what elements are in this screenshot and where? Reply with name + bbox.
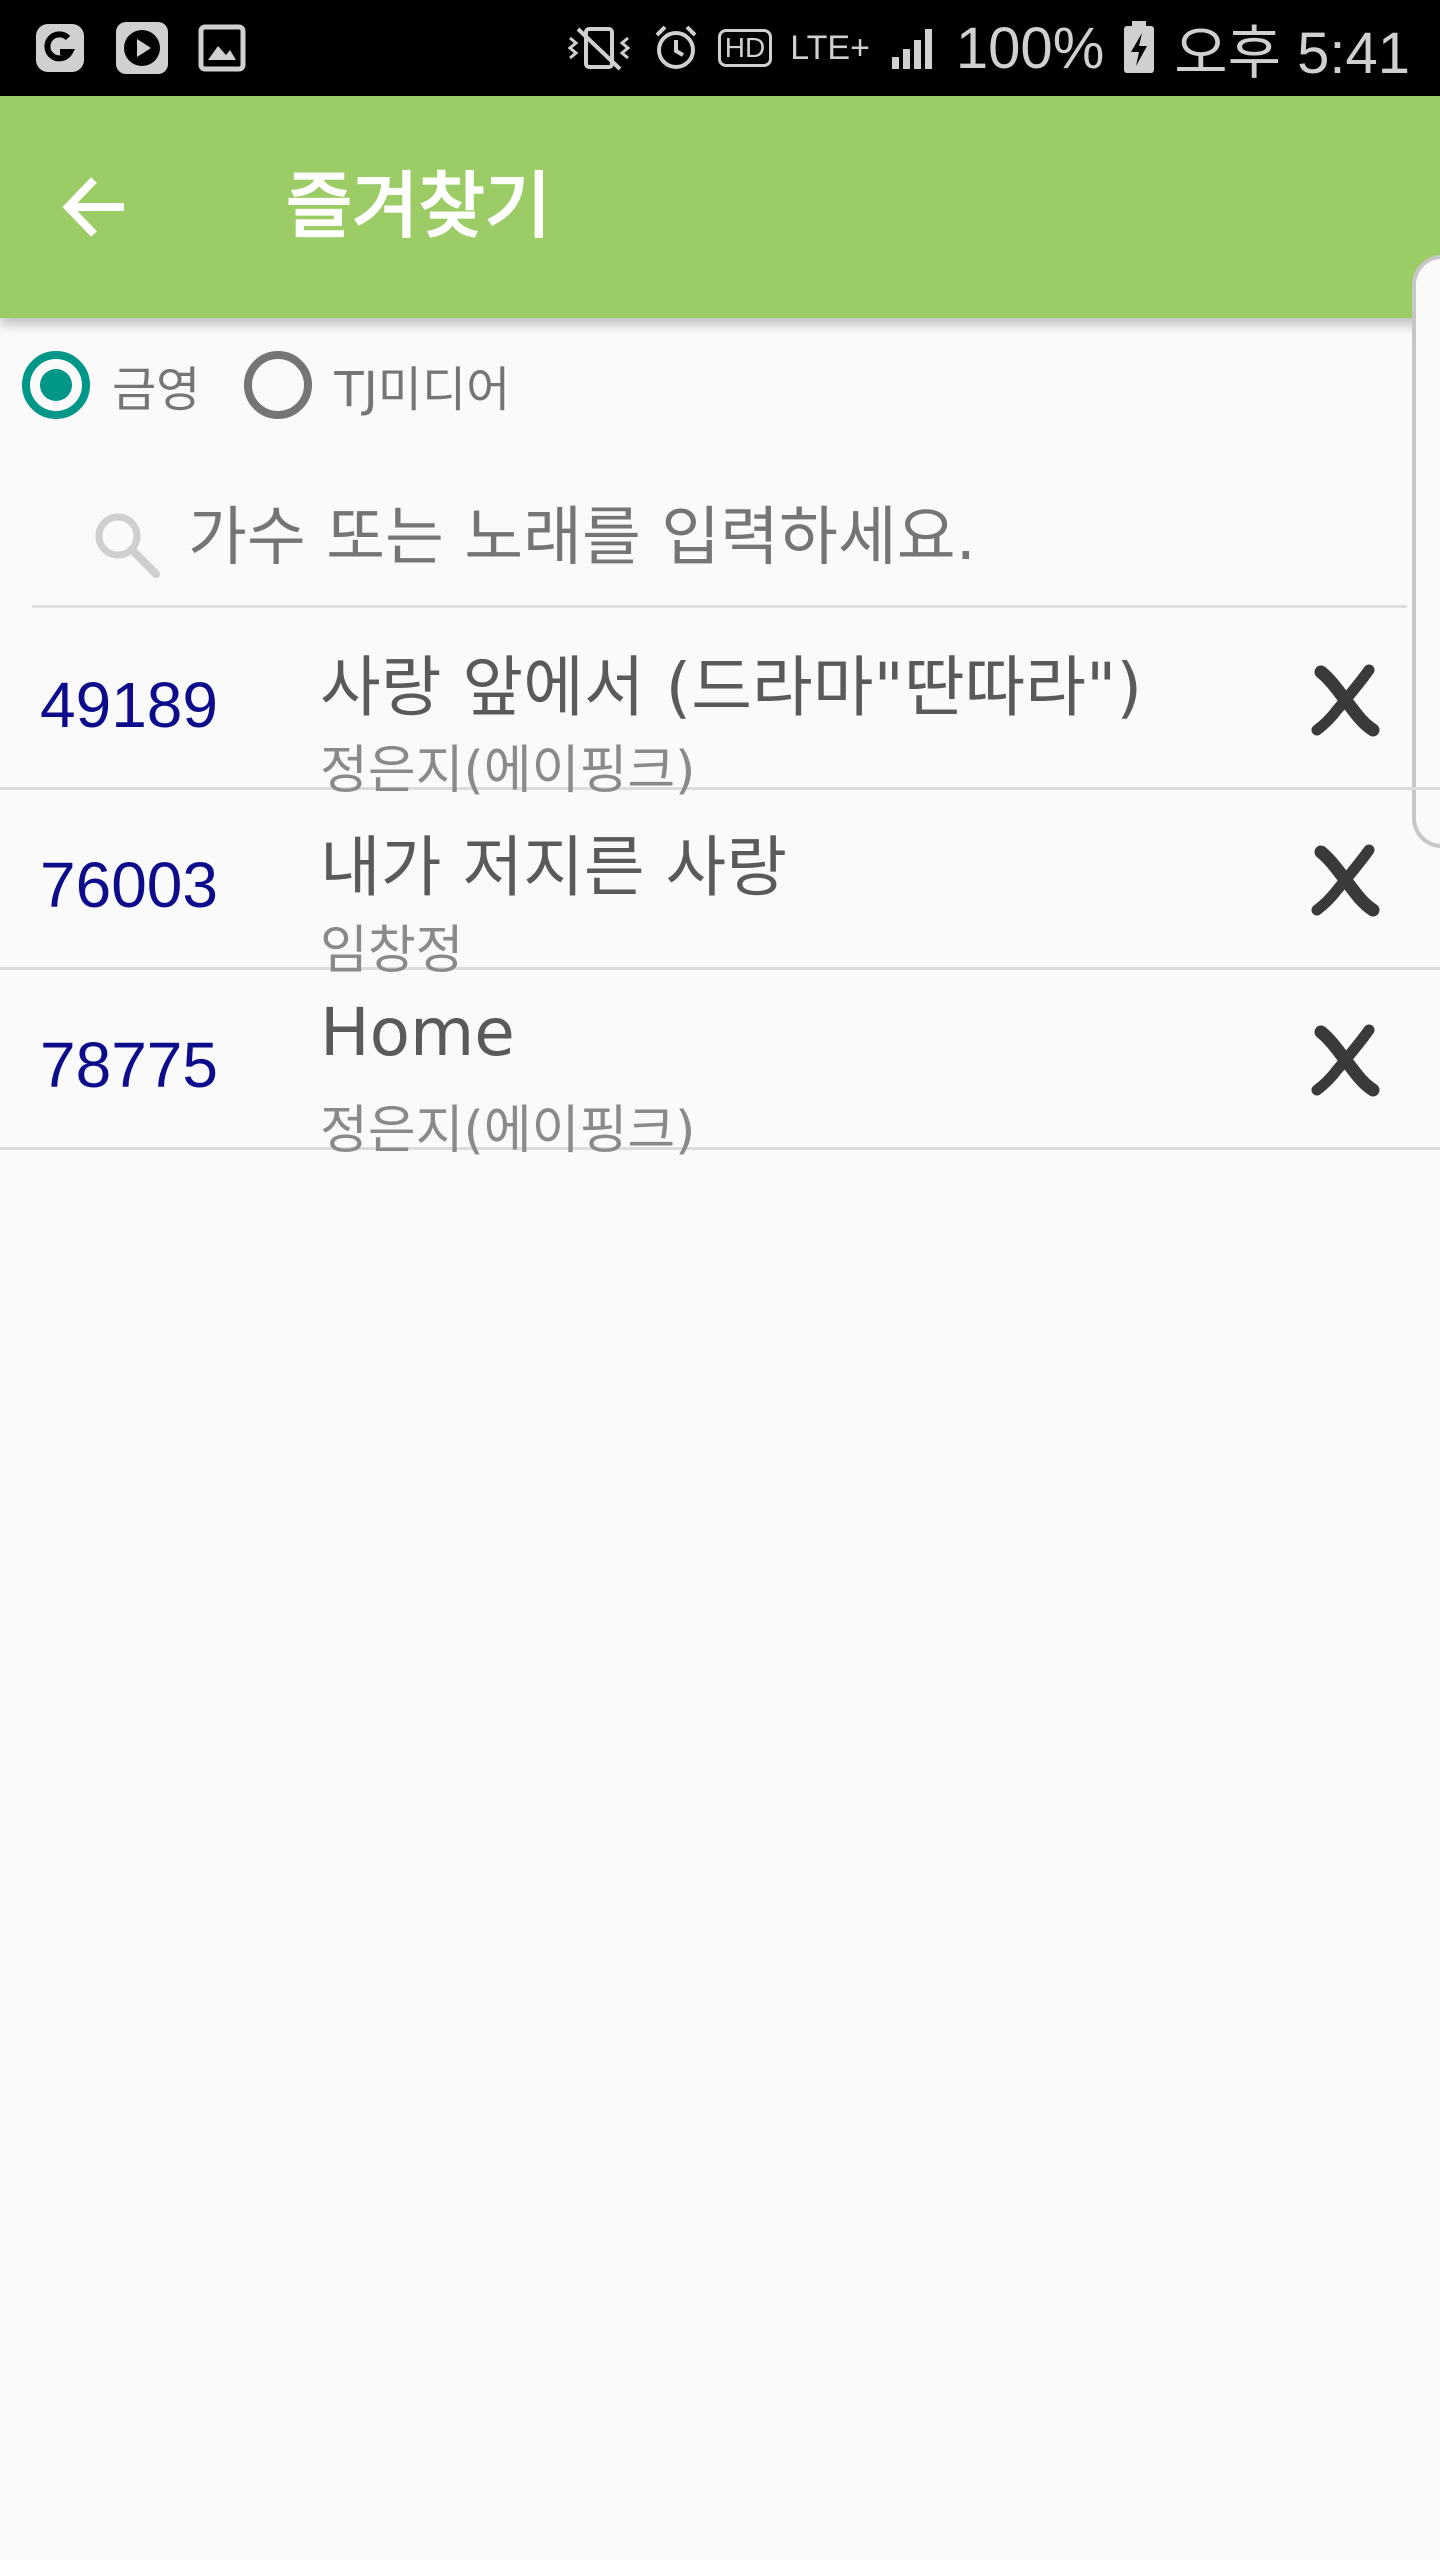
list-item[interactable]: 76003 내가 저지른 사랑 임창정: [0, 790, 1440, 981]
app-bar: 즐겨찾기: [0, 96, 1440, 318]
status-bar: HD LTE+ 100% 오후 5:41: [0, 0, 1440, 96]
song-number: 49189: [40, 669, 218, 741]
status-time: 오후 5:41: [1174, 21, 1410, 86]
back-button[interactable]: [40, 152, 150, 262]
song-number: 78775: [40, 1029, 218, 1101]
source-radio-group: 금영 TJ미디어: [22, 340, 554, 430]
hd-icon: HD: [717, 29, 773, 67]
delete-button[interactable]: [1290, 830, 1400, 930]
gallery-icon: [198, 24, 246, 72]
search-bar: [32, 470, 1407, 608]
lte-icon: LTE+: [790, 28, 870, 67]
delete-button[interactable]: [1290, 1010, 1400, 1110]
list-item[interactable]: 78775 Home 정은지(에이핑크): [0, 970, 1440, 1161]
favorites-list: 49189 사랑 앞에서 (드라마"딴따라") 정은지(에이핑크) 76003 …: [0, 610, 1440, 1161]
song-artist: 정은지(에이핑크): [320, 1101, 696, 1161]
search-input[interactable]: [188, 470, 1388, 605]
radio-option-tjmedia[interactable]: TJ미디어: [244, 350, 510, 420]
radio-unchecked-icon[interactable]: [244, 351, 313, 419]
delete-x-icon: [1311, 664, 1380, 737]
delete-x-icon: [1311, 844, 1380, 917]
vibrate-mute-icon: [567, 27, 631, 71]
play-icon: [116, 22, 168, 74]
list-item[interactable]: 49189 사랑 앞에서 (드라마"딴따라") 정은지(에이핑크): [0, 610, 1440, 801]
battery-charging-icon: [1124, 21, 1155, 73]
delete-x-icon: [1311, 1024, 1380, 1097]
status-right-icons: HD LTE+ 100% 오후 5:41: [564, 0, 1410, 96]
arrow-back-icon: [62, 177, 124, 237]
search-icon: [95, 513, 160, 578]
radio-label: TJ미디어: [334, 362, 511, 418]
delete-button[interactable]: [1290, 650, 1400, 750]
radio-label: 금영: [112, 362, 201, 418]
radio-option-kumyoung[interactable]: 금영: [22, 350, 200, 420]
song-title: 사랑 앞에서 (드라마"딴따라"): [320, 649, 1143, 726]
status-left-icons: [34, 18, 246, 78]
radio-dot: [40, 369, 72, 401]
song-number: 76003: [40, 849, 218, 921]
signal-icon: [891, 29, 932, 69]
radio-checked-icon[interactable]: [22, 351, 90, 419]
alarm-icon: [655, 25, 697, 69]
battery-percent: 100%: [955, 15, 1105, 81]
page-title: 즐겨찾기: [286, 164, 551, 248]
song-title: 내가 저지른 사랑: [320, 829, 787, 906]
circle-app-icon: [36, 24, 84, 72]
song-title: Home: [320, 994, 515, 1071]
